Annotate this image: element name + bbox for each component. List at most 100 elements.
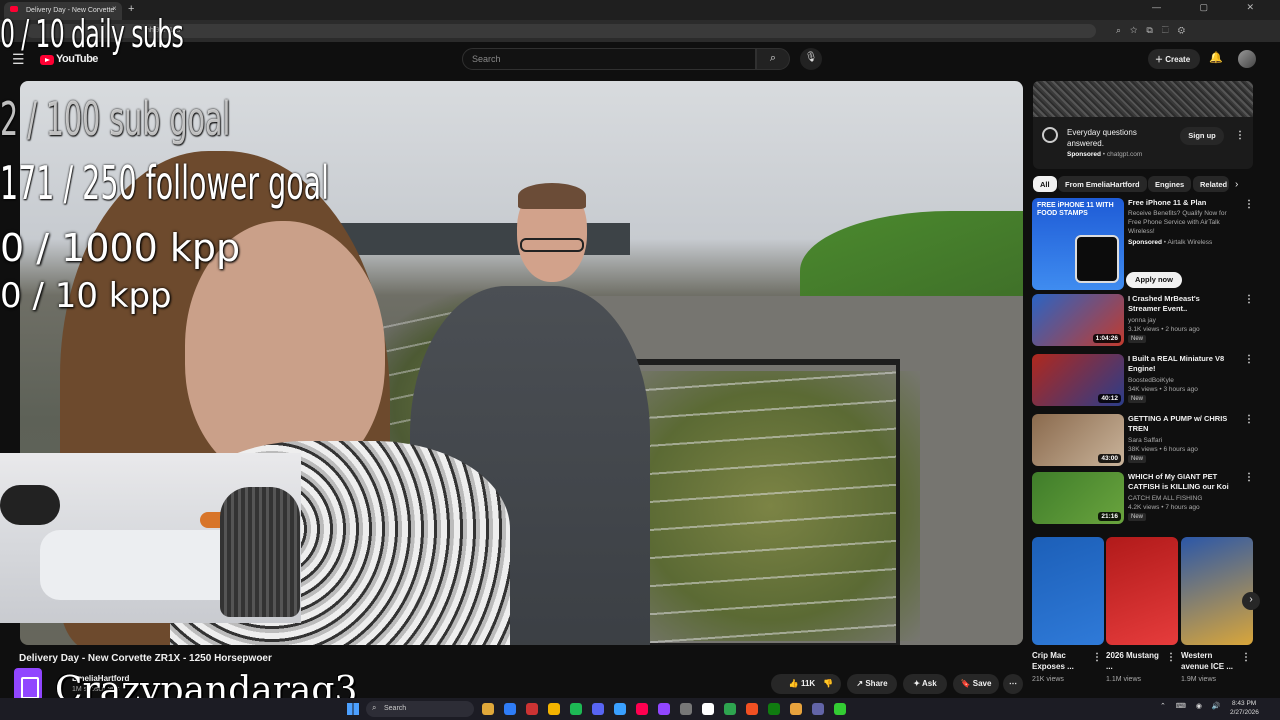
taskbar-app-icon[interactable] (724, 703, 736, 715)
taskbar-app-icon[interactable] (812, 703, 824, 715)
promo-sponsored: Sponsored • Airtalk Wireless (1128, 239, 1213, 246)
webcam-chair (220, 487, 300, 617)
taskbar-app-icon[interactable] (504, 703, 516, 715)
taskbar-app-icon[interactable] (592, 703, 604, 715)
promo-thumbnail-text: FREE iPHONE 11 WITH FOOD STAMPS (1037, 202, 1114, 217)
share-button[interactable]: ↗ Share (847, 674, 897, 694)
save-button[interactable]: 🔖 Save (953, 674, 999, 694)
taskbar-search-icon: ⌕ (372, 703, 377, 712)
taskbar-app-icon[interactable] (746, 703, 758, 715)
chevron-right-icon[interactable]: › (1235, 179, 1238, 190)
taskbar-app-icon[interactable] (680, 703, 692, 715)
chip-related[interactable]: Related (1193, 176, 1229, 192)
youtube-logo-icon[interactable] (40, 55, 54, 65)
video-title-link[interactable]: I Built a REAL Miniature V8 Engine! (1128, 354, 1232, 374)
video-meta: 4.2K views • 7 hours ago (1128, 504, 1200, 511)
ad-signup-button[interactable]: Sign up (1180, 127, 1224, 145)
save-label: Save (972, 679, 992, 688)
taskbar-app-icon[interactable] (834, 703, 846, 715)
video-duration: 1:04:26 (1092, 334, 1121, 343)
ad-sponsored: Sponsored • chatgpt.com (1067, 151, 1143, 158)
shorts-next-icon[interactable]: › (1242, 592, 1260, 610)
video-meta: 38K views • 6 hours ago (1128, 446, 1198, 453)
taskbar-app-icon[interactable] (614, 703, 626, 715)
chip-engines[interactable]: Engines (1148, 176, 1192, 192)
more-options-icon[interactable]: ⋮ (1244, 472, 1254, 483)
window-controls[interactable]: — ▢ ✕ (1152, 2, 1272, 13)
video-title-link[interactable]: GETTING A PUMP w/ CHRIS TREN (1128, 414, 1232, 434)
overlay-kpp-1000: 0 / 1000 kpp (0, 226, 241, 270)
chip-all[interactable]: All (1033, 176, 1057, 192)
taskbar-app-icon[interactable] (482, 703, 494, 715)
dislike-button[interactable]: 👎 (815, 674, 841, 694)
microphone-icon[interactable]: 🎙 (800, 48, 822, 70)
video-channel[interactable]: Sara Saffari (1128, 436, 1238, 445)
short-views: 1.1M views (1106, 676, 1142, 683)
new-badge: New (1128, 513, 1147, 521)
windows-start-icon[interactable] (347, 703, 359, 715)
extensions-toolbar-icon[interactable]: ⌕☆⧉⬚⚙ (1116, 25, 1194, 36)
more-options-icon[interactable]: ⋮ (1244, 414, 1254, 425)
apply-now-button[interactable]: Apply now (1126, 272, 1182, 288)
short-thumbnail[interactable] (1181, 537, 1253, 645)
video-duration: 40:12 (1098, 394, 1121, 403)
search-input[interactable]: Search (462, 48, 756, 70)
video-channel[interactable]: BoostedBoiKyle (1128, 376, 1238, 385)
more-actions-icon[interactable]: ⋯ (1003, 674, 1023, 694)
video-title-link[interactable]: WHICH of My GIANT PET CATFISH is KILLING… (1128, 472, 1232, 492)
overlay-kpp-10: 0 / 10 kpp (0, 276, 172, 316)
ad-text: Everyday questions answered. (1067, 128, 1137, 148)
taskbar-app-icon[interactable] (658, 703, 670, 715)
ad-more-icon[interactable]: ⋮ (1235, 130, 1245, 141)
ask-label: Ask (921, 679, 937, 688)
system-tray-icon[interactable]: ⌃ ⌨ ◉ 🔊 (1160, 702, 1225, 710)
video-duration: 43:00 (1098, 454, 1121, 463)
chip-from-channel[interactable]: From EmeliaHartford (1058, 176, 1147, 192)
webcam-bed (40, 530, 240, 600)
video-thumbnail[interactable]: 21:16 (1032, 472, 1124, 524)
video-channel[interactable]: yonna jay (1128, 316, 1238, 325)
short-title[interactable]: 2026 Mustang ... (1106, 650, 1166, 672)
promo-sponsored-label: Sponsored (1128, 239, 1162, 246)
video-thumbnail[interactable]: 43:00 (1032, 414, 1124, 466)
taskbar-app-icon[interactable] (790, 703, 802, 715)
overlay-daily-subs: 0 / 10 daily subs (0, 12, 184, 56)
taskbar-app-icon[interactable] (768, 703, 780, 715)
avatar[interactable] (1238, 50, 1256, 68)
overlay-sub-goal: 2 / 100 sub goal (0, 92, 231, 146)
short-title[interactable]: Crip Mac Exposes ... (1032, 650, 1092, 672)
like-count: 11K (800, 679, 816, 688)
notifications-bell-icon[interactable]: 🔔 (1209, 51, 1223, 64)
short-thumbnail[interactable] (1032, 537, 1104, 645)
video-thumbnail[interactable]: 1:04:26 (1032, 294, 1124, 346)
webcam-dark-object (0, 485, 60, 525)
promo-title[interactable]: Free iPhone 11 & Plan (1128, 198, 1206, 207)
url-field[interactable]: nhj9EH13s (26, 24, 1096, 38)
short-more-icon[interactable]: ⋮ (1241, 652, 1251, 663)
short-more-icon[interactable]: ⋮ (1166, 652, 1176, 663)
ad-banner-image[interactable] (1033, 81, 1253, 117)
short-views: 1.9M views (1181, 676, 1217, 683)
video-channel[interactable]: CATCH EM ALL FISHING (1128, 494, 1238, 503)
video-thumbnail[interactable]: 40:12 (1032, 354, 1124, 406)
taskbar-search[interactable]: Search (366, 701, 474, 717)
more-options-icon[interactable]: ⋮ (1244, 294, 1254, 305)
search-icon[interactable]: ⌕ (756, 48, 790, 70)
taskbar-app-icon[interactable] (702, 703, 714, 715)
taskbar-app-icon[interactable] (570, 703, 582, 715)
taskbar-app-icon[interactable] (526, 703, 538, 715)
short-title[interactable]: Western avenue ICE ... (1181, 650, 1241, 672)
taskbar-app-icon[interactable] (636, 703, 648, 715)
taskbar-app-icon[interactable] (548, 703, 560, 715)
ask-button[interactable]: ✦ Ask (903, 674, 947, 694)
clock-time: 8:43 PM (1232, 700, 1257, 707)
phone-icon (1075, 235, 1119, 283)
short-more-icon[interactable]: ⋮ (1092, 652, 1102, 663)
video-title-link[interactable]: I Crashed MrBeast's Streamer Event.. (1128, 294, 1232, 314)
short-thumbnail[interactable] (1106, 537, 1178, 645)
promo-more-icon[interactable]: ⋮ (1244, 199, 1254, 210)
more-options-icon[interactable]: ⋮ (1244, 354, 1254, 365)
short-views: 21K views (1032, 676, 1064, 683)
create-button[interactable]: ＋ Create (1148, 49, 1200, 69)
new-badge: New (1128, 335, 1147, 343)
